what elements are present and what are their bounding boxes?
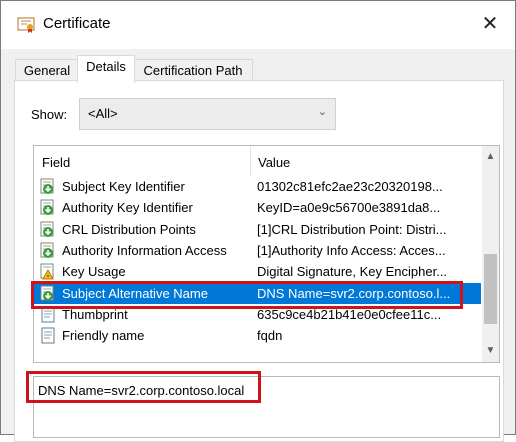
field-name: Friendly name [62, 328, 145, 344]
title-bar: Certificate ✕ [1, 1, 515, 49]
table-row[interactable]: Subject Key Identifier 01302c81efc2ae23c2… [34, 176, 481, 197]
certificate-window: Certificate ✕ General Details Certificat… [0, 0, 516, 442]
field-value: DNS Name=svr2.corp.contoso.l... [257, 285, 451, 301]
field-value: Digital Signature, Key Encipher... [257, 264, 448, 280]
field-name: Authority Key Identifier [62, 200, 193, 216]
tab-general[interactable]: General [15, 59, 79, 82]
field-value: [1]CRL Distribution Point: Distri... [257, 221, 447, 237]
field-name: CRL Distribution Points [62, 221, 196, 237]
field-name: Key Usage [62, 264, 126, 280]
table-row[interactable]: Authority Information Access [1]Authority… [34, 240, 481, 261]
green-arrow-cert-icon [40, 178, 56, 195]
tab-certification-path[interactable]: Certification Path [133, 59, 253, 82]
list-header: Field Value [34, 146, 481, 176]
green-arrow-cert-icon [40, 199, 56, 216]
show-selected-value: <All> [88, 106, 118, 121]
field-value: 01302c81efc2ae23c20320198... [257, 179, 443, 194]
table-row[interactable]: Thumbprint 635c9ce4b21b41e0e0cfee11c... [34, 304, 481, 325]
close-button[interactable]: ✕ [473, 9, 507, 39]
chevron-down-icon: ⌄ [317, 106, 327, 118]
table-row[interactable]: CRL Distribution Points [1]CRL Distributi… [34, 219, 481, 240]
fields-list[interactable]: Field Value Subject Key Identifier 01302c… [33, 145, 500, 363]
field-detail-text: DNS Name=svr2.corp.contoso.local [38, 383, 245, 398]
green-arrow-cert-icon [40, 285, 56, 302]
window-title: Certificate [43, 15, 111, 32]
show-label: Show: [31, 107, 68, 122]
field-name: Subject Alternative Name [62, 285, 208, 301]
field-detail-box[interactable]: DNS Name=svr2.corp.contoso.local [33, 376, 500, 438]
tab-details[interactable]: Details [77, 55, 135, 83]
field-name: Authority Information Access [62, 242, 227, 258]
column-header-value[interactable]: Value [258, 155, 290, 170]
table-row[interactable]: Subject Alternative Name DNS Name=svr2.co… [34, 282, 481, 304]
scroll-up-icon[interactable]: ▲ [482, 146, 499, 166]
scroll-down-icon[interactable]: ▼ [482, 342, 499, 362]
scroll-thumb[interactable] [484, 254, 497, 324]
certificate-icon [17, 17, 35, 33]
dialog-body: General Details Certification Path Show:… [1, 49, 515, 442]
table-row[interactable]: Authority Key Identifier KeyID=a0e9c56700… [34, 197, 481, 218]
field-value: 635c9ce4b21b41e0e0cfee11c... [257, 306, 442, 322]
field-value: fqdn [257, 328, 283, 344]
document-icon [40, 327, 56, 344]
document-icon [40, 306, 56, 323]
field-name: Subject Key Identifier [62, 179, 185, 194]
show-dropdown[interactable]: <All> ⌄ [79, 98, 336, 130]
field-value: [1]Authority Info Access: Acces... [257, 242, 446, 258]
vertical-scrollbar[interactable]: ▲ ▼ [482, 146, 499, 362]
column-header-field[interactable]: Field [42, 155, 70, 170]
green-arrow-cert-icon [40, 221, 56, 238]
field-value: KeyID=a0e9c56700e3891da8... [257, 200, 441, 216]
green-arrow-cert-icon [40, 242, 56, 259]
table-row[interactable]: Key Usage Digital Signature, Key Encipher… [34, 261, 481, 282]
field-name: Thumbprint [62, 306, 128, 322]
warning-cert-icon [40, 263, 56, 280]
details-panel: Show: <All> ⌄ Field Value Subject Key Id… [14, 80, 504, 442]
table-row[interactable]: Friendly name fqdn [34, 325, 481, 346]
column-divider[interactable] [250, 146, 251, 176]
